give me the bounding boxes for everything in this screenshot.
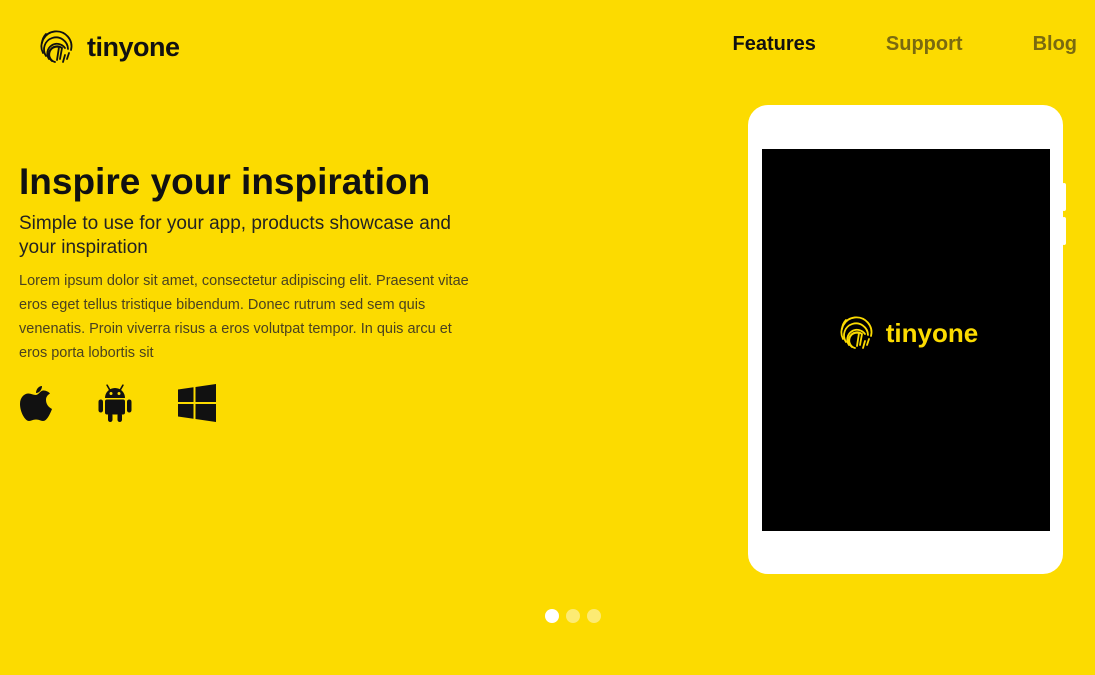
screen-logo: tinyone [834, 309, 978, 357]
hero-title: Inspire your inspiration [19, 161, 431, 202]
nav-item-blog[interactable]: Blog [1033, 33, 1077, 56]
hero-subtitle: Simple to use for your app, products sho… [19, 213, 451, 258]
apple-icon[interactable] [19, 383, 53, 423]
nav-item-support[interactable]: Support [886, 33, 963, 56]
carousel-dot-1[interactable] [545, 609, 559, 623]
platform-icons [19, 383, 479, 423]
carousel-dots [545, 609, 601, 623]
main-nav: Features Support Blog [733, 33, 1077, 56]
android-icon[interactable] [97, 383, 133, 423]
brand-logo[interactable]: tinyone [34, 23, 180, 71]
hero-section: Inspire your inspiration Simple to use f… [19, 160, 479, 423]
nav-item-features[interactable]: Features [733, 33, 816, 56]
tablet-screen: tinyone [762, 149, 1050, 531]
tablet-side-button [1062, 217, 1066, 245]
fingerprint-icon [834, 309, 878, 357]
brand-name: tinyone [87, 31, 180, 62]
tablet-side-button [1062, 183, 1066, 211]
tablet-mockup: tinyone [748, 105, 1066, 574]
fingerprint-icon [34, 23, 78, 71]
carousel-dot-3[interactable] [587, 609, 601, 623]
windows-icon[interactable] [177, 383, 217, 423]
carousel-dot-2[interactable] [566, 609, 580, 623]
hero-body: Lorem ipsum dolor sit amet, consectetur … [19, 273, 469, 361]
screen-brand-name: tinyone [885, 317, 979, 348]
